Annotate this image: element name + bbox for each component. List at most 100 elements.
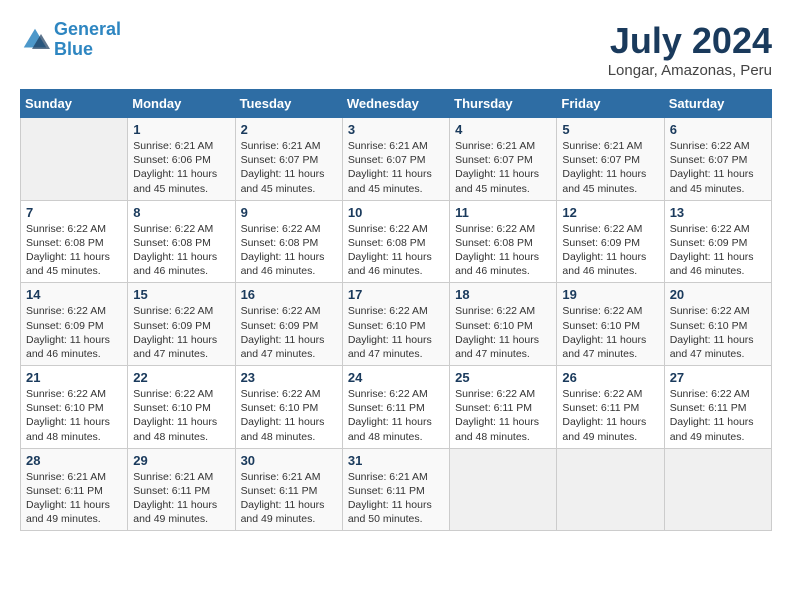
day-number: 11 (455, 205, 551, 220)
day-info: Sunrise: 6:22 AMSunset: 6:11 PMDaylight:… (348, 387, 444, 444)
calendar-cell: 31Sunrise: 6:21 AMSunset: 6:11 PMDayligh… (342, 448, 449, 531)
calendar-cell (557, 448, 664, 531)
calendar-cell: 13Sunrise: 6:22 AMSunset: 6:09 PMDayligh… (664, 200, 771, 283)
calendar-week-row: 14 Sunrise: 6:22 AMSunset: 6:09 PMDayligh… (21, 283, 772, 366)
day-info: Sunrise: 6:21 AMSunset: 6:07 PMDaylight:… (562, 139, 658, 196)
calendar-cell (21, 118, 128, 201)
day-info: Sunrise: 6:22 AMSunset: 6:09 PMDaylight:… (26, 304, 122, 361)
day-number: 18 (455, 287, 551, 302)
day-info: Sunrise: 6:22 AMSunset: 6:10 PMDaylight:… (455, 304, 551, 361)
day-header-thursday: Thursday (450, 90, 557, 118)
calendar-cell: 15Sunrise: 6:22 AMSunset: 6:09 PMDayligh… (128, 283, 235, 366)
title-block: July 2024 Longar, Amazonas, Peru (608, 20, 772, 79)
day-info: Sunrise: 6:21 AMSunset: 6:06 PMDaylight:… (133, 139, 229, 196)
calendar-cell: 14 Sunrise: 6:22 AMSunset: 6:09 PMDayligh… (21, 283, 128, 366)
day-header-sunday: Sunday (21, 90, 128, 118)
day-info: Sunrise: 6:22 AMSunset: 6:09 PMDaylight:… (670, 222, 766, 279)
day-info: Sunrise: 6:22 AMSunset: 6:10 PMDaylight:… (26, 387, 122, 444)
day-info: Sunrise: 6:22 AMSunset: 6:08 PMDaylight:… (348, 222, 444, 279)
calendar-cell: 18 Sunrise: 6:22 AMSunset: 6:10 PMDayligh… (450, 283, 557, 366)
calendar-week-row: 21 Sunrise: 6:22 AMSunset: 6:10 PMDayligh… (21, 366, 772, 449)
day-number: 17 (348, 287, 444, 302)
calendar-cell: 27 Sunrise: 6:22 AMSunset: 6:11 PMDayligh… (664, 366, 771, 449)
day-info: Sunrise: 6:22 AMSunset: 6:10 PMDaylight:… (133, 387, 229, 444)
day-info: Sunrise: 6:21 AMSunset: 6:07 PMDaylight:… (455, 139, 551, 196)
day-number: 30 (241, 453, 337, 468)
calendar-cell: 30 Sunrise: 6:21 AMSunset: 6:11 PMDayligh… (235, 448, 342, 531)
day-number: 8 (133, 205, 229, 220)
day-number: 4 (455, 122, 551, 137)
day-number: 31 (348, 453, 444, 468)
calendar-cell: 29 Sunrise: 6:21 AMSunset: 6:11 PMDayligh… (128, 448, 235, 531)
day-number: 1 (133, 122, 229, 137)
calendar-cell: 5 Sunrise: 6:21 AMSunset: 6:07 PMDaylight… (557, 118, 664, 201)
day-number: 22 (133, 370, 229, 385)
calendar-cell: 20 Sunrise: 6:22 AMSunset: 6:10 PMDayligh… (664, 283, 771, 366)
day-number: 14 (26, 287, 122, 302)
day-number: 15 (133, 287, 229, 302)
day-number: 2 (241, 122, 337, 137)
calendar-cell: 22 Sunrise: 6:22 AMSunset: 6:10 PMDayligh… (128, 366, 235, 449)
day-number: 5 (562, 122, 658, 137)
day-header-monday: Monday (128, 90, 235, 118)
day-number: 29 (133, 453, 229, 468)
calendar-week-row: 1 Sunrise: 6:21 AMSunset: 6:06 PMDaylight… (21, 118, 772, 201)
month-year-title: July 2024 (608, 20, 772, 62)
calendar-cell: 17 Sunrise: 6:22 AMSunset: 6:10 PMDayligh… (342, 283, 449, 366)
calendar-cell: 16 Sunrise: 6:22 AMSunset: 6:09 PMDayligh… (235, 283, 342, 366)
day-number: 19 (562, 287, 658, 302)
day-header-tuesday: Tuesday (235, 90, 342, 118)
day-info: Sunrise: 6:22 AMSunset: 6:11 PMDaylight:… (562, 387, 658, 444)
day-info: Sunrise: 6:22 AMSunset: 6:09 PMDaylight:… (241, 304, 337, 361)
calendar-cell: 25 Sunrise: 6:22 AMSunset: 6:11 PMDayligh… (450, 366, 557, 449)
day-info: Sunrise: 6:21 AMSunset: 6:11 PMDaylight:… (133, 470, 229, 527)
day-number: 21 (26, 370, 122, 385)
day-number: 12 (562, 205, 658, 220)
day-number: 20 (670, 287, 766, 302)
day-info: Sunrise: 6:22 AMSunset: 6:08 PMDaylight:… (455, 222, 551, 279)
day-info: Sunrise: 6:22 AMSunset: 6:10 PMDaylight:… (241, 387, 337, 444)
day-info: Sunrise: 6:22 AMSunset: 6:11 PMDaylight:… (670, 387, 766, 444)
day-number: 16 (241, 287, 337, 302)
calendar-cell: 4 Sunrise: 6:21 AMSunset: 6:07 PMDaylight… (450, 118, 557, 201)
calendar-cell (664, 448, 771, 531)
calendar-cell: 11 Sunrise: 6:22 AMSunset: 6:08 PMDayligh… (450, 200, 557, 283)
calendar-cell: 2 Sunrise: 6:21 AMSunset: 6:07 PMDaylight… (235, 118, 342, 201)
day-number: 9 (241, 205, 337, 220)
day-info: Sunrise: 6:21 AMSunset: 6:11 PMDaylight:… (26, 470, 122, 527)
day-header-saturday: Saturday (664, 90, 771, 118)
day-number: 25 (455, 370, 551, 385)
calendar-body: 1 Sunrise: 6:21 AMSunset: 6:06 PMDaylight… (21, 118, 772, 531)
day-info: Sunrise: 6:22 AMSunset: 6:10 PMDaylight:… (348, 304, 444, 361)
calendar-cell: 28Sunrise: 6:21 AMSunset: 6:11 PMDayligh… (21, 448, 128, 531)
page-header: GeneralBlue July 2024 Longar, Amazonas, … (20, 20, 772, 79)
location-subtitle: Longar, Amazonas, Peru (608, 62, 772, 79)
day-info: Sunrise: 6:22 AMSunset: 6:08 PMDaylight:… (241, 222, 337, 279)
day-number: 26 (562, 370, 658, 385)
day-number: 7 (26, 205, 122, 220)
day-info: Sunrise: 6:21 AMSunset: 6:07 PMDaylight:… (241, 139, 337, 196)
day-number: 10 (348, 205, 444, 220)
day-info: Sunrise: 6:22 AMSunset: 6:08 PMDaylight:… (26, 222, 122, 279)
day-number: 3 (348, 122, 444, 137)
calendar-header-row: SundayMondayTuesdayWednesdayThursdayFrid… (21, 90, 772, 118)
day-info: Sunrise: 6:21 AMSunset: 6:07 PMDaylight:… (348, 139, 444, 196)
day-info: Sunrise: 6:22 AMSunset: 6:11 PMDaylight:… (455, 387, 551, 444)
calendar-table: SundayMondayTuesdayWednesdayThursdayFrid… (20, 89, 772, 531)
calendar-cell: 21 Sunrise: 6:22 AMSunset: 6:10 PMDayligh… (21, 366, 128, 449)
day-info: Sunrise: 6:21 AMSunset: 6:11 PMDaylight:… (241, 470, 337, 527)
calendar-cell: 1 Sunrise: 6:21 AMSunset: 6:06 PMDaylight… (128, 118, 235, 201)
day-number: 27 (670, 370, 766, 385)
day-header-friday: Friday (557, 90, 664, 118)
day-info: Sunrise: 6:22 AMSunset: 6:10 PMDaylight:… (670, 304, 766, 361)
day-info: Sunrise: 6:22 AMSunset: 6:10 PMDaylight:… (562, 304, 658, 361)
day-info: Sunrise: 6:22 AMSunset: 6:09 PMDaylight:… (562, 222, 658, 279)
calendar-cell: 19 Sunrise: 6:22 AMSunset: 6:10 PMDayligh… (557, 283, 664, 366)
calendar-cell: 12 Sunrise: 6:22 AMSunset: 6:09 PMDayligh… (557, 200, 664, 283)
calendar-week-row: 7 Sunrise: 6:22 AMSunset: 6:08 PMDaylight… (21, 200, 772, 283)
calendar-cell: 23Sunrise: 6:22 AMSunset: 6:10 PMDayligh… (235, 366, 342, 449)
logo: GeneralBlue (20, 20, 121, 60)
day-number: 6 (670, 122, 766, 137)
calendar-cell: 24Sunrise: 6:22 AMSunset: 6:11 PMDayligh… (342, 366, 449, 449)
calendar-week-row: 28Sunrise: 6:21 AMSunset: 6:11 PMDayligh… (21, 448, 772, 531)
